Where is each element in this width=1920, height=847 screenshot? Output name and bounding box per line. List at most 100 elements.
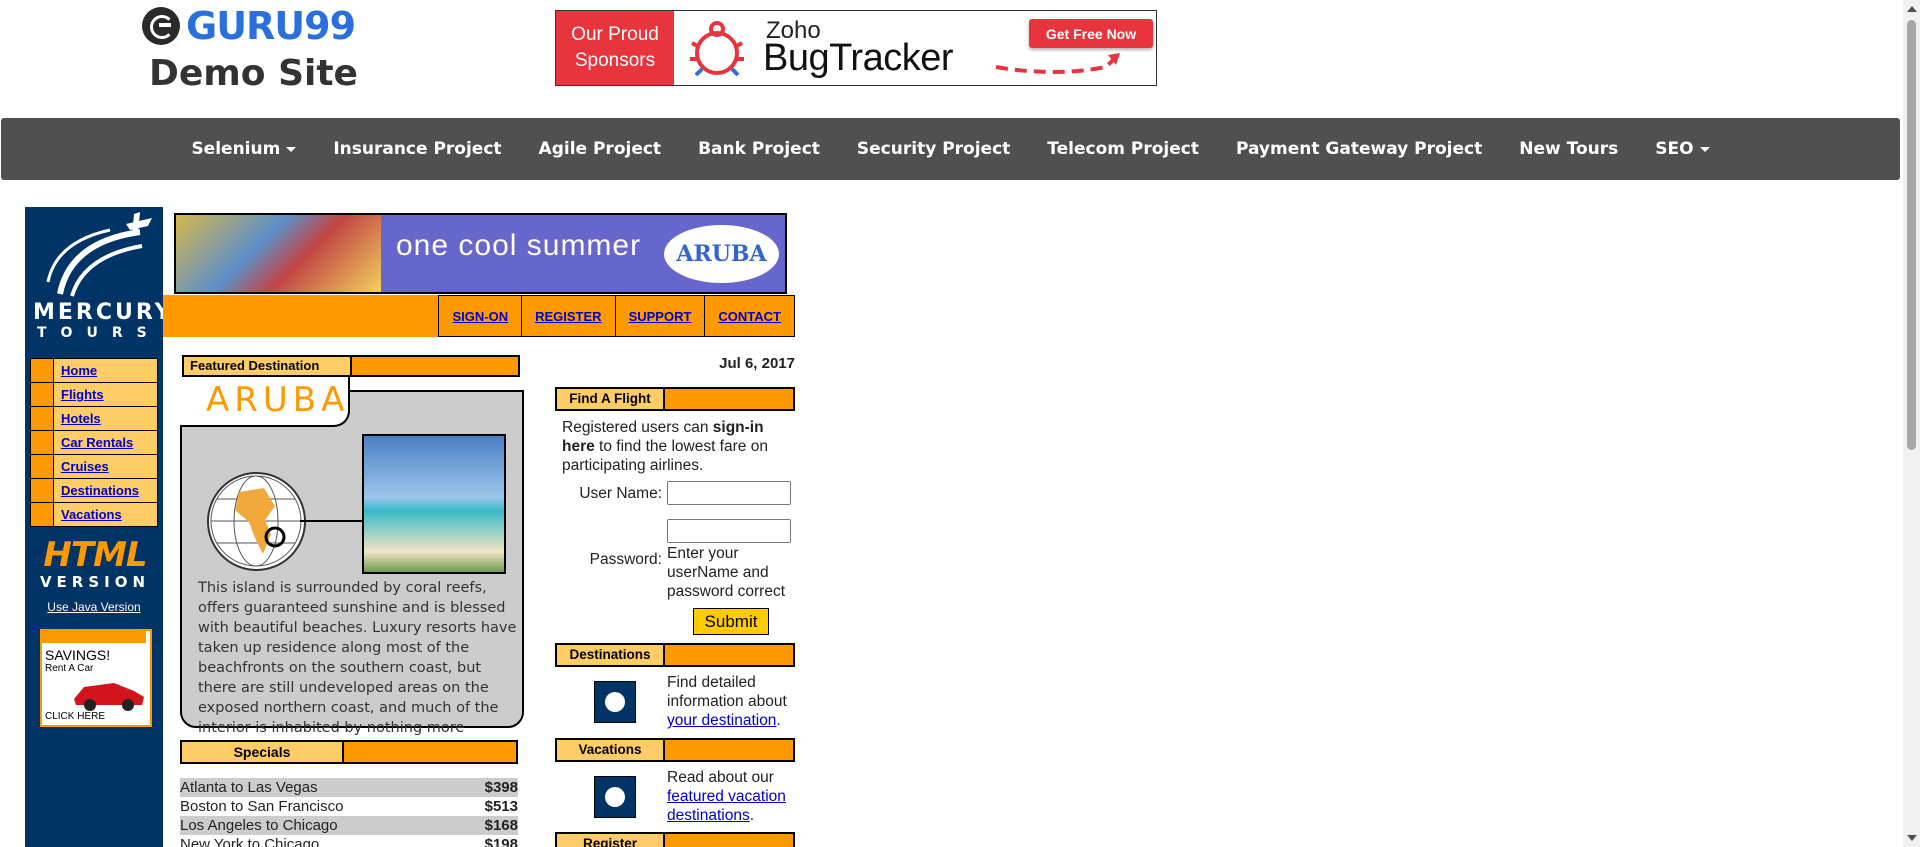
- current-date: Jul 6, 2017: [719, 355, 795, 372]
- page-scrollbar[interactable]: [1903, 0, 1920, 847]
- your-destination-link[interactable]: your destination: [667, 712, 776, 729]
- scroll-down-icon[interactable]: [1907, 835, 1917, 841]
- side-link-cruises[interactable]: Cruises: [54, 455, 109, 478]
- nav-agile-project[interactable]: Agile Project: [539, 139, 662, 159]
- savings-ad[interactable]: SAVINGS! Rent A Car CLICK HERE: [40, 629, 152, 727]
- register-link[interactable]: REGISTER: [522, 295, 616, 337]
- destinations-text-after: .: [776, 712, 781, 729]
- nav-insurance-project[interactable]: Insurance Project: [333, 139, 501, 159]
- side-item-destinations: Destinations: [31, 479, 157, 503]
- specials-header: Specials: [180, 740, 518, 764]
- menu-bullet: [31, 383, 54, 406]
- sign-on-link[interactable]: SIGN-ON: [439, 295, 523, 337]
- special-route: New York to Chicago: [180, 836, 320, 847]
- menu-bullet: [31, 407, 54, 430]
- mercury-brand-sub: TOURS: [37, 325, 161, 341]
- featured-name: ARUBA: [206, 380, 350, 420]
- vacations-text-pre: Read about our: [667, 769, 774, 786]
- menu-bullet: [31, 479, 54, 502]
- mercury-top-links-bar: SIGN-ON REGISTER SUPPORT CONTACT: [163, 295, 795, 337]
- side-link-home[interactable]: Home: [54, 359, 97, 382]
- nav-selenium-label: Selenium: [191, 139, 281, 159]
- register-header: Register: [555, 832, 795, 847]
- find-flight-intro: Registered users can sign-in here to fin…: [562, 418, 794, 475]
- intro-pre: Registered users can: [562, 419, 713, 436]
- special-price: $513: [484, 798, 518, 815]
- specials-title: Specials: [182, 742, 344, 762]
- password-input[interactable]: [667, 519, 791, 543]
- vacations-text-after: .: [749, 807, 755, 824]
- connector-line: [300, 520, 362, 522]
- scroll-thumb[interactable]: [1907, 20, 1916, 450]
- savings-title: SAVINGS!: [45, 647, 111, 663]
- nav-new-tours[interactable]: New Tours: [1519, 139, 1618, 159]
- submit-button[interactable]: Submit: [693, 608, 769, 635]
- banner-aruba-logo: ARUBA: [664, 225, 779, 283]
- find-flight-title: Find A Flight: [557, 389, 665, 409]
- html-version-badge: HTML VERSION: [35, 537, 155, 591]
- nav-security-project[interactable]: Security Project: [857, 139, 1010, 159]
- sponsor-label-line1: Our Proud: [571, 24, 659, 45]
- vacations-header: Vacations: [555, 738, 795, 762]
- sponsor-banner[interactable]: Our Proud Sponsors Zoho BugTracker Get F…: [555, 10, 1157, 86]
- sponsor-label-line2: Sponsors: [574, 50, 656, 71]
- special-price: $198: [484, 836, 518, 847]
- get-free-now-button[interactable]: Get Free Now: [1029, 19, 1153, 48]
- side-item-home: Home: [31, 359, 157, 383]
- special-route: Los Angeles to Chicago: [180, 817, 338, 834]
- caret-down-icon: [286, 146, 297, 152]
- aruba-beach-photo: [362, 434, 506, 574]
- table-row: Boston to San Francisco $513: [180, 797, 518, 816]
- guru99-logo[interactable]: GURU99 Demo Site: [142, 4, 382, 94]
- side-link-hotels[interactable]: Hotels: [54, 407, 101, 430]
- globe-icon: [207, 472, 306, 571]
- specials-table: Atlanta to Las Vegas $398 Boston to San F…: [180, 778, 518, 847]
- support-link[interactable]: SUPPORT: [615, 295, 706, 337]
- destinations-text-pre: Find detailed information about: [667, 674, 787, 710]
- find-flight-header: Find A Flight: [555, 387, 795, 411]
- featured-destination: This island is surrounded by coral reefs…: [180, 355, 524, 756]
- site-subtitle: Demo Site: [149, 53, 358, 94]
- nav-telecom-project[interactable]: Telecom Project: [1047, 139, 1199, 159]
- use-java-version-link[interactable]: Use Java Version: [25, 600, 163, 614]
- featured-destination-title: Featured Destination: [184, 357, 352, 375]
- contact-link[interactable]: CONTACT: [705, 295, 795, 337]
- nav-seo[interactable]: SEO: [1655, 139, 1710, 159]
- vacations-title: Vacations: [557, 740, 665, 760]
- nav-bank-project[interactable]: Bank Project: [698, 139, 820, 159]
- mercury-left-column: MERCURY TOURS Home Flights Hotels Car Re…: [25, 207, 171, 847]
- sponsor-label: Our Proud Sponsors: [556, 11, 674, 85]
- side-item-car-rentals: Car Rentals: [31, 431, 157, 455]
- featured-vacation-link[interactable]: featured vacation destinations: [667, 788, 786, 824]
- red-car-icon: [74, 683, 144, 711]
- globe-graphic: [210, 475, 302, 567]
- html-version-big: HTML: [43, 535, 147, 575]
- menu-bullet: [31, 359, 54, 382]
- savings-sub: Rent A Car: [45, 663, 94, 674]
- guru99-logo-icon: [142, 7, 180, 45]
- special-price: $398: [484, 779, 518, 796]
- login-hint: Enter your userName and password correct: [667, 545, 786, 600]
- nav-selenium[interactable]: Selenium: [191, 139, 297, 159]
- featured-description: This island is surrounded by coral reefs…: [198, 580, 517, 756]
- mercury-tours-frame: MERCURY TOURS Home Flights Hotels Car Re…: [25, 207, 795, 847]
- aruba-banner[interactable]: one cool summer ARUBA: [174, 213, 787, 294]
- side-menu: Home Flights Hotels Car Rentals Cruises …: [30, 358, 158, 527]
- side-link-car-rentals[interactable]: Car Rentals: [54, 431, 133, 454]
- caret-down-icon: [1699, 146, 1710, 152]
- side-item-cruises: Cruises: [31, 455, 157, 479]
- table-row: Los Angeles to Chicago $168: [180, 816, 518, 835]
- username-input[interactable]: [667, 481, 791, 505]
- scroll-up-icon[interactable]: [1907, 6, 1917, 12]
- special-route: Boston to San Francisco: [180, 798, 344, 815]
- logo-text: GURU99: [186, 4, 356, 48]
- side-link-destinations[interactable]: Destinations: [54, 479, 139, 502]
- side-item-flights: Flights: [31, 383, 157, 407]
- register-title: Register: [557, 834, 665, 847]
- mercury-brand: MERCURY: [33, 300, 174, 325]
- nav-payment-gateway-project[interactable]: Payment Gateway Project: [1236, 139, 1482, 159]
- password-label: Password:: [589, 551, 662, 568]
- side-link-vacations[interactable]: Vacations: [54, 503, 122, 526]
- side-link-flights[interactable]: Flights: [54, 383, 104, 406]
- dashed-arrow-icon: [995, 53, 1120, 74]
